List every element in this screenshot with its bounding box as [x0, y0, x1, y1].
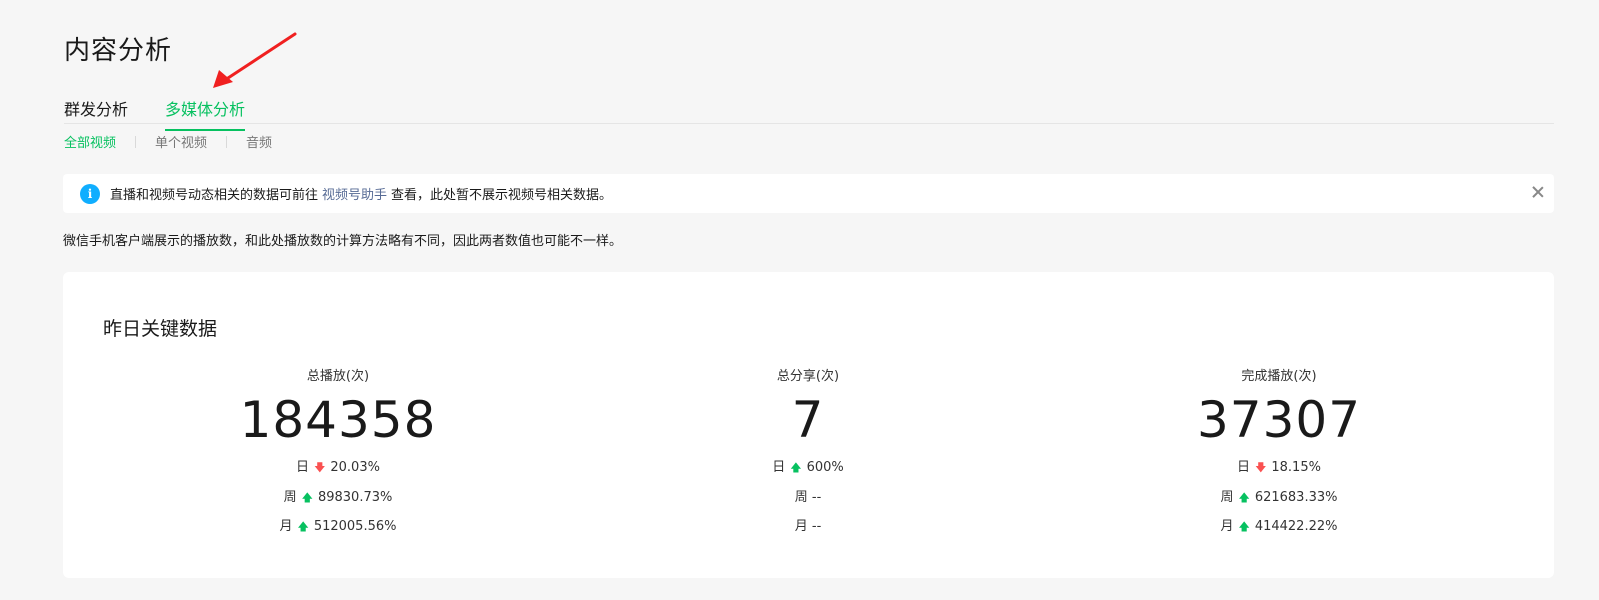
arrow-down-icon: 🡇 [1255, 461, 1267, 474]
arrow-down-icon: 🡇 [314, 461, 326, 474]
divider [135, 135, 137, 148]
trend-week: 周 🡅 621683.33% [1079, 483, 1479, 513]
metric-total-shares: 总分享(次) 7 日 🡅 600% 周 -- 月 -- [608, 368, 1008, 542]
tab-mass-send-analysis[interactable]: 群发分析 [64, 96, 128, 129]
key-data-card: 昨日关键数据 总播放(次) 184358 日 🡇 20.03% 周 🡅 89830.73… [63, 272, 1554, 578]
trend-month: 月 🡅 512005.56% [138, 512, 538, 542]
subtab-all-videos[interactable]: 全部视频 [64, 132, 116, 151]
page-title: 内容分析 [64, 36, 173, 66]
sub-tabs: 全部视频 单个视频 音频 [64, 132, 272, 151]
arrow-up-icon: 🡅 [297, 520, 309, 533]
subtab-audio[interactable]: 音频 [246, 132, 272, 151]
info-icon: i [80, 183, 100, 204]
trend-month: 月 🡅 414422.22% [1079, 512, 1479, 542]
subtab-single-video[interactable]: 单个视频 [155, 132, 207, 151]
trend-month: 月 -- [794, 519, 822, 534]
metric-value: 184358 [239, 391, 437, 449]
metric-label: 总播放(次) [306, 369, 370, 384]
metric-total-plays: 总播放(次) 184358 日 🡇 20.03% 周 🡅 89830.73% 月 🡅 512… [138, 368, 538, 542]
arrow-up-icon: 🡅 [1238, 490, 1250, 504]
main-tabs: 群发分析 多媒体分析 [64, 88, 1554, 131]
arrow-up-icon: 🡅 [301, 490, 313, 504]
notice-bar: i 直播和视频号动态相关的数据可前往 视频号助手 查看，此处暂不展示视频号相关数… [63, 174, 1554, 213]
trend-week: 周 -- [794, 489, 822, 505]
trend-week: 周 🡅 89830.73% [138, 483, 538, 513]
notice-text-before: 直播和视频号动态相关的数据可前往 [110, 188, 319, 203]
arrow-up-icon: 🡅 [790, 461, 802, 474]
content-analysis-page: 内容分析 群发分析 多媒体分析 全部视频 单个视频 音频 i 直播和视频号动态相… [0, 0, 1599, 600]
key-data-title: 昨日关键数据 [103, 318, 218, 340]
metric-label: 完成播放(次) [1241, 369, 1317, 384]
tab-multimedia-analysis[interactable]: 多媒体分析 [165, 96, 246, 131]
play-count-hint: 微信手机客户端展示的播放数，和此处播放数的计算方法略有不同，因此两者数值也可能不… [63, 234, 623, 249]
notice-text-after: 查看，此处暂不展示视频号相关数据。 [391, 188, 613, 203]
metric-value: 37307 [1196, 391, 1362, 449]
annotation-arrow [213, 32, 297, 88]
divider [226, 135, 228, 148]
close-icon[interactable] [1530, 184, 1546, 200]
metric-label: 总分享(次) [776, 369, 840, 384]
metric-value: 7 [791, 391, 825, 449]
arrow-up-icon: 🡅 [1238, 520, 1250, 533]
metric-completed-plays: 完成播放(次) 37307 日 🡇 18.15% 周 🡅 621683.33% 月 🡅 41… [1079, 368, 1479, 542]
trend-day: 日 🡇 18.15% [1079, 453, 1479, 483]
trend-day: 日 🡇 20.03% [138, 453, 538, 483]
trend-day: 日 🡅 600% [608, 453, 1008, 483]
channels-assistant-link[interactable]: 视频号助手 [322, 184, 387, 203]
